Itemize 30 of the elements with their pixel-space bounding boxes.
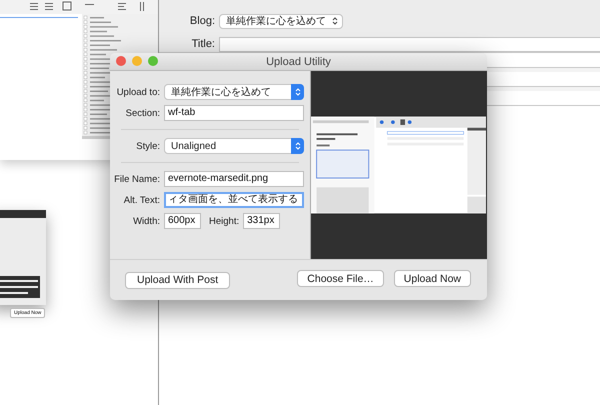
- close-icon[interactable]: [116, 56, 126, 66]
- title-label: Title:: [190, 38, 215, 50]
- field-label: Upload to:: [116, 86, 160, 98]
- dialog-button[interactable]: Upload Now: [394, 270, 471, 287]
- input-field[interactable]: 331px: [243, 213, 280, 229]
- dialog-button[interactable]: Upload With Post: [125, 272, 230, 288]
- field-label: Width:: [132, 216, 160, 226]
- field-label: File Name:: [113, 174, 160, 184]
- field-label: Height:: [209, 216, 240, 226]
- dropdown[interactable]: 単純作業に心を込めて: [164, 84, 304, 100]
- blog-label: Blog:: [188, 15, 215, 27]
- field-label: Alt. Text:: [122, 194, 160, 206]
- editor-area[interactable]: [0, 15, 78, 18]
- dialog-button[interactable]: Choose File…: [297, 270, 384, 287]
- input-field[interactable]: wf-tab: [164, 105, 304, 121]
- input-field[interactable]: 600px: [164, 213, 201, 229]
- window-title: Upload Utility: [266, 56, 331, 68]
- input-field[interactable]: evernote-marsedit.png: [164, 171, 304, 187]
- minimize-icon[interactable]: [132, 56, 142, 66]
- input-field[interactable]: ィタ画面を、並べて表示する: [164, 192, 304, 208]
- zoom-icon[interactable]: [148, 56, 158, 66]
- blog-popup[interactable]: 単純作業に心を込めて: [219, 14, 343, 28]
- stepper-icon: [332, 16, 338, 26]
- panel-background: [0, 210, 46, 218]
- field-label: Section:: [124, 108, 160, 118]
- stepper-icon: [291, 84, 304, 100]
- title-field[interactable]: [219, 36, 600, 52]
- field-label: Style:: [135, 140, 160, 152]
- stepper-icon: [291, 138, 304, 154]
- dropdown[interactable]: Unaligned: [164, 138, 304, 154]
